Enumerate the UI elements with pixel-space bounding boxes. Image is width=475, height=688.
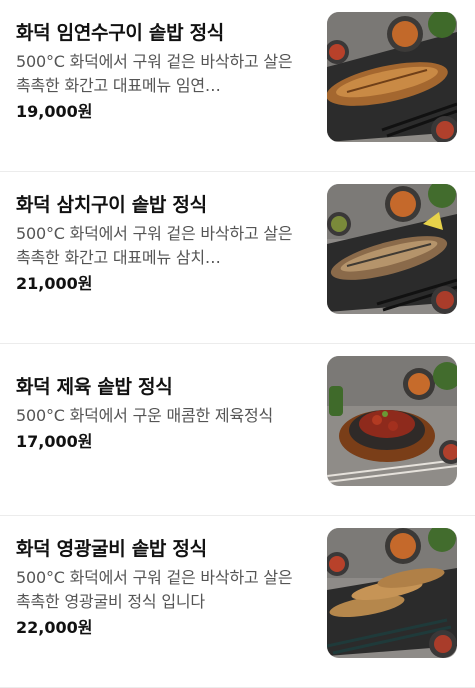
grilled-fish-set-photo[interactable] <box>327 184 457 314</box>
menu-item-info: 화덕 영광굴비 솥밥 정식 500°C 화덕에서 구워 겉은 바삭하고 살은 촉… <box>16 526 306 640</box>
menu-item-info: 화덕 삼치구이 솥밥 정식 500°C 화덕에서 구워 겉은 바삭하고 살은 촉… <box>16 182 306 296</box>
menu-item-description: 500°C 화덕에서 구워 겉은 바삭하고 살은 촉촉한 영광굴비 정식 입니다 <box>16 568 293 611</box>
menu-item-price: 21,000원 <box>16 274 93 293</box>
menu-item-name: 화덕 삼치구이 솥밥 정식 <box>16 194 207 216</box>
menu-item[interactable]: 화덕 영광굴비 솥밥 정식 500°C 화덕에서 구워 겉은 바삭하고 살은 촉… <box>0 516 475 688</box>
menu-item-info: 화덕 임연수구이 솥밥 정식 500°C 화덕에서 구워 겉은 바삭하고 살은 … <box>16 10 306 124</box>
menu-item-description: 500°C 화덕에서 구워 겉은 바삭하고 살은 촉촉한 화간고 대표메뉴 삼치… <box>16 224 293 267</box>
menu-item-price: 19,000원 <box>16 102 93 121</box>
menu-item-info: 화덕 제육 솥밥 정식 500°C 화덕에서 구운 매콤한 제육정식 17,00… <box>16 354 306 454</box>
menu-item-description: 500°C 화덕에서 구워 겉은 바삭하고 살은 촉촉한 화간고 대표메뉴 임연… <box>16 52 293 95</box>
grilled-fish-set-photo[interactable] <box>327 12 457 142</box>
menu-item-description: 500°C 화덕에서 구운 매콤한 제육정식 <box>16 406 274 425</box>
menu-list: 화덕 임연수구이 솥밥 정식 500°C 화덕에서 구워 겉은 바삭하고 살은 … <box>0 0 475 688</box>
menu-item[interactable]: 화덕 제육 솥밥 정식 500°C 화덕에서 구운 매콤한 제육정식 17,00… <box>0 344 475 516</box>
menu-item[interactable]: 화덕 삼치구이 솥밥 정식 500°C 화덕에서 구워 겉은 바삭하고 살은 촉… <box>0 172 475 344</box>
menu-item-price: 17,000원 <box>16 432 93 451</box>
spicy-pork-set-photo[interactable] <box>327 356 457 486</box>
menu-item-name: 화덕 임연수구이 솥밥 정식 <box>16 22 224 44</box>
menu-item-price: 22,000원 <box>16 618 93 637</box>
menu-item-name: 화덕 영광굴비 솥밥 정식 <box>16 538 207 560</box>
grilled-croaker-set-photo[interactable] <box>327 528 457 658</box>
menu-item[interactable]: 화덕 임연수구이 솥밥 정식 500°C 화덕에서 구워 겉은 바삭하고 살은 … <box>0 0 475 172</box>
menu-item-name: 화덕 제육 솥밥 정식 <box>16 376 173 398</box>
